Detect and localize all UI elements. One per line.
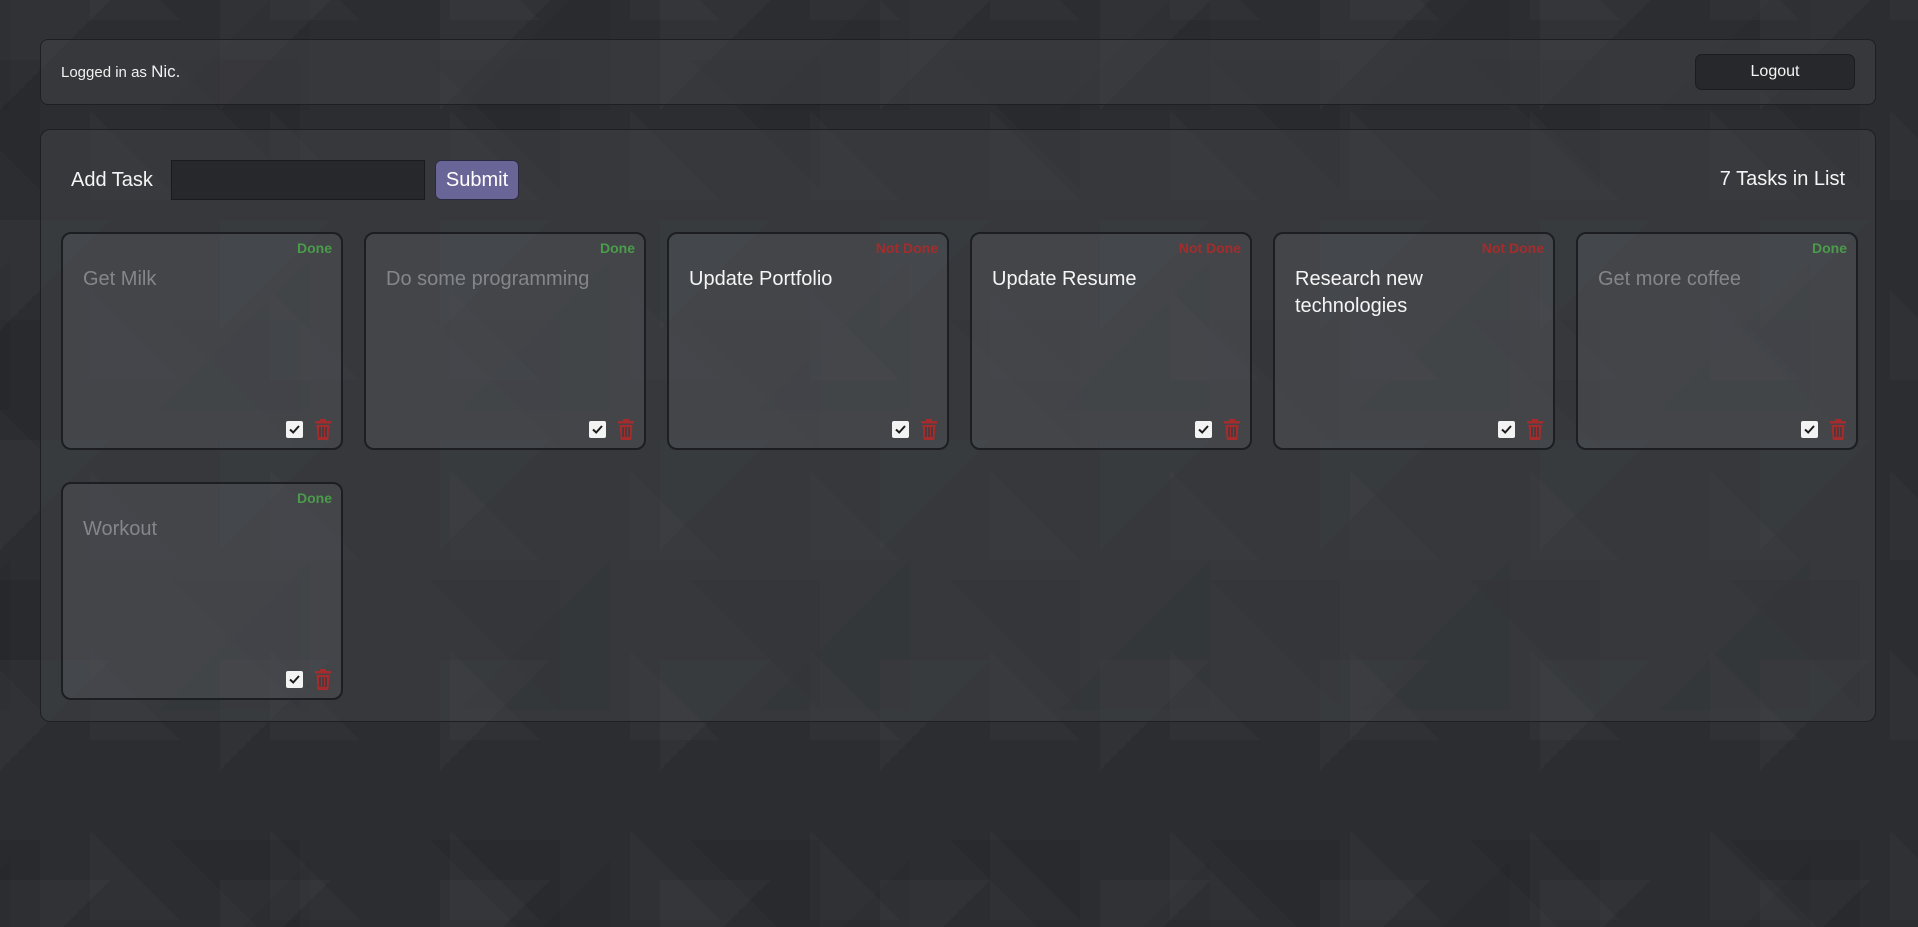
task-status: Done <box>297 490 332 506</box>
task-card: Done Workout <box>61 482 343 700</box>
checkbox-icon[interactable] <box>892 421 909 438</box>
task-card: Not Done Update Resume <box>970 232 1252 450</box>
task-text: Get more coffee <box>1598 268 1742 290</box>
task-text: Update Resume <box>992 268 1137 290</box>
task-status: Not Done <box>1178 240 1241 256</box>
login-status: Logged in as Nic. <box>61 62 180 82</box>
checkbox-icon[interactable] <box>1195 421 1212 438</box>
task-card: Done Do some programming <box>364 232 646 450</box>
username: Nic. <box>151 62 181 81</box>
checkbox-icon[interactable] <box>1498 421 1515 438</box>
task-card: Not Done Research new technologies <box>1273 232 1555 450</box>
submit-button[interactable]: Submit <box>434 160 520 200</box>
task-status: Done <box>1812 240 1847 256</box>
login-prefix: Logged in as <box>61 64 152 81</box>
task-count: 7 Tasks in List <box>1719 168 1845 190</box>
trash-icon[interactable] <box>1224 419 1240 440</box>
add-task-label: Add Task <box>71 168 153 191</box>
task-input[interactable] <box>170 160 425 200</box>
task-text: Do some programming <box>386 268 590 290</box>
trash-icon[interactable] <box>315 419 331 440</box>
task-text: Workout <box>83 518 158 540</box>
trash-icon[interactable] <box>1527 419 1543 440</box>
checkbox-icon[interactable] <box>1801 421 1818 438</box>
task-text: Research new technologies <box>1295 268 1423 317</box>
checkbox-icon[interactable] <box>589 421 606 438</box>
task-panel: Add Task Submit 7 Tasks in List Done Get… <box>40 129 1876 722</box>
trash-icon[interactable] <box>921 419 937 440</box>
checkbox-icon[interactable] <box>286 671 303 688</box>
logout-button[interactable]: Logout <box>1695 54 1855 90</box>
task-text: Update Portfolio <box>689 268 833 290</box>
task-status: Not Done <box>1481 240 1544 256</box>
task-status: Done <box>600 240 635 256</box>
task-card: Done Get Milk <box>61 232 343 450</box>
trash-icon[interactable] <box>315 669 331 690</box>
trash-icon[interactable] <box>618 419 634 440</box>
top-bar: Logged in as Nic. Logout <box>40 39 1876 105</box>
trash-icon[interactable] <box>1830 419 1846 440</box>
task-status: Not Done <box>875 240 938 256</box>
task-card: Not Done Update Portfolio <box>667 232 949 450</box>
task-text: Get Milk <box>83 268 157 290</box>
task-card: Done Get more coffee <box>1576 232 1858 450</box>
checkbox-icon[interactable] <box>286 421 303 438</box>
task-status: Done <box>297 240 332 256</box>
add-task-form: Add Task Submit <box>71 160 520 200</box>
